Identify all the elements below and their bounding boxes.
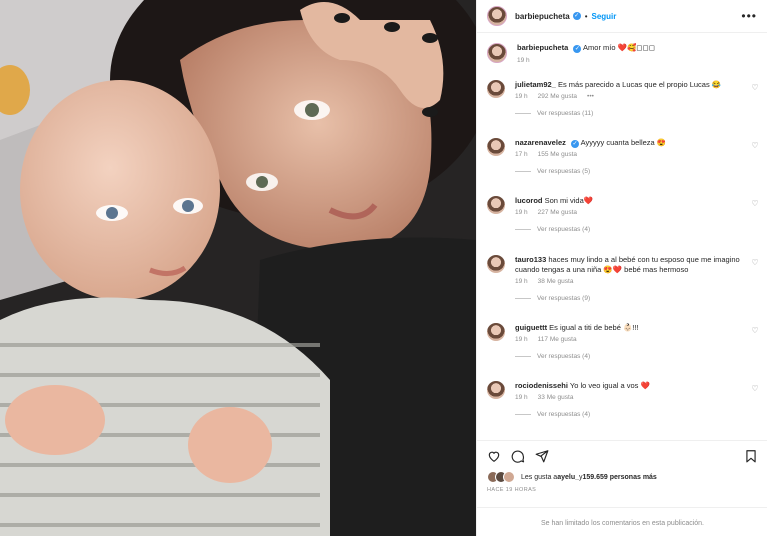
comment-time: 17 h [515, 151, 528, 159]
commenter-avatar[interactable] [487, 80, 505, 98]
comment-text: Es igual a titi de bebé 👶🏻!!! [549, 323, 639, 332]
bookmark-icon[interactable] [744, 449, 758, 463]
verified-icon: ✓ [570, 140, 579, 148]
comment-likes[interactable]: 117 Me gusta [538, 336, 577, 343]
photo-illustration [0, 0, 476, 536]
post-header: barbiepucheta ✓ • Seguir ••• [477, 0, 767, 33]
verified-icon: ✓ [572, 12, 581, 20]
liker-avatars [487, 471, 515, 483]
comment-username[interactable]: rociodenissehi [515, 381, 568, 390]
comment-likes[interactable]: 38 Me gusta [538, 278, 574, 285]
view-replies-button[interactable]: Ver respuestas (4) [515, 226, 760, 233]
comment-text: Son mi vida❤️ [544, 196, 594, 205]
verified-icon: ✓ [573, 45, 582, 53]
post-caption: barbiepucheta ✓ Amor mío ❤️🥰◻◻◻ 19 h [477, 33, 767, 65]
instagram-post: barbiepucheta ✓ • Seguir ••• barbiepuche… [0, 0, 767, 536]
comments-panel: barbiepucheta ✓ • Seguir ••• barbiepuche… [476, 0, 767, 536]
comment-username[interactable]: guiguettt [515, 323, 547, 332]
like-comment-icon[interactable]: ♡ [750, 326, 760, 345]
like-comment-icon[interactable]: ♡ [750, 83, 760, 102]
follow-button[interactable]: Seguir [592, 12, 617, 21]
comment-text: haces muy lindo a al bebé con tu esposo … [515, 255, 740, 275]
comment-item: nazarenavelez ✓ Ayyyyy cuanta belleza 😍 … [487, 138, 760, 175]
comment-likes[interactable]: 292 Me gusta [538, 93, 577, 100]
view-replies-button[interactable]: Ver respuestas (4) [515, 353, 760, 360]
share-icon[interactable] [535, 449, 549, 463]
comment-text: Ayyyyy cuanta belleza 😍 [580, 138, 667, 147]
comment-likes[interactable]: 155 Me gusta [538, 151, 577, 158]
comment-item: julietam92_ Es más parecido a Lucas que … [487, 80, 760, 117]
comment-time: 19 h [515, 278, 528, 286]
comments-limited-notice: Se han limitado los comentarios en esta … [477, 507, 767, 538]
comment-username[interactable]: lucorod [515, 196, 543, 205]
comment-time: 19 h [515, 209, 528, 217]
view-replies-button[interactable]: Ver respuestas (11) [515, 110, 760, 117]
comment-item: rociodenissehi Yo lo veo igual a vos ❤️ … [487, 381, 760, 418]
like-comment-icon[interactable]: ♡ [750, 258, 760, 287]
caption-avatar[interactable] [487, 43, 507, 63]
separator-dot: • [584, 11, 588, 21]
comment-likes[interactable]: 227 Me gusta [538, 209, 577, 216]
like-comment-icon[interactable]: ♡ [750, 141, 760, 160]
author-avatar[interactable] [487, 6, 507, 26]
post-actions: Les gusta a ayelu_ y 159.659 personas má… [477, 440, 767, 537]
likes-prefix: Les gusta a [521, 473, 558, 481]
comment-username[interactable]: julietam92_ [515, 80, 556, 89]
comment-username[interactable]: nazarenavelez [515, 138, 566, 147]
caption-time: 19 h [517, 57, 530, 64]
caption-body: barbiepucheta ✓ Amor mío ❤️🥰◻◻◻ 19 h [517, 43, 655, 65]
commenter-avatar[interactable] [487, 196, 505, 214]
post-age: HACE 19 HORAS [487, 487, 537, 493]
caption-text: Amor mío ❤️🥰◻◻◻ [583, 43, 655, 52]
comment-text: Yo lo veo igual a vos ❤️ [569, 381, 650, 390]
commenter-avatar[interactable] [487, 381, 505, 399]
comment-time: 19 h [515, 93, 528, 101]
like-comment-icon[interactable]: ♡ [750, 384, 760, 403]
commenter-avatar[interactable] [487, 323, 505, 341]
comment-text: Es más parecido a Lucas que el propio Lu… [557, 80, 722, 89]
author-username[interactable]: barbiepucheta [515, 12, 570, 21]
comment-likes[interactable]: 33 Me gusta [538, 394, 574, 401]
view-replies-button[interactable]: Ver respuestas (4) [515, 411, 760, 418]
comment-item: tauro133 haces muy lindo a al bebé con t… [487, 255, 760, 302]
heart-icon[interactable] [487, 449, 501, 463]
likes-summary: Les gusta a ayelu_ y 159.659 personas má… [477, 463, 767, 483]
comment-item: guiguettt Es igual a titi de bebé 👶🏻!!! … [487, 323, 760, 360]
comment-icon[interactable] [511, 449, 525, 463]
comment-username[interactable]: tauro133 [515, 255, 546, 264]
comment-more-icon[interactable]: ••• [587, 93, 594, 100]
comment-time: 19 h [515, 394, 528, 402]
caption-username[interactable]: barbiepucheta [517, 43, 568, 52]
liker-username[interactable]: ayelu_ [557, 474, 579, 481]
commenter-avatar[interactable] [487, 255, 505, 273]
comment-item: lucorod Son mi vida❤️ 19 h 227 Me gusta ♡… [487, 196, 760, 233]
comment-time: 19 h [515, 336, 528, 344]
more-options-icon[interactable]: ••• [741, 9, 757, 23]
view-replies-button[interactable]: Ver respuestas (5) [515, 168, 760, 175]
view-replies-button[interactable]: Ver respuestas (9) [515, 295, 760, 302]
likes-count[interactable]: 159.659 personas más [583, 474, 657, 481]
commenter-avatar[interactable] [487, 138, 505, 156]
like-comment-icon[interactable]: ♡ [750, 199, 760, 218]
post-photo [0, 0, 476, 536]
